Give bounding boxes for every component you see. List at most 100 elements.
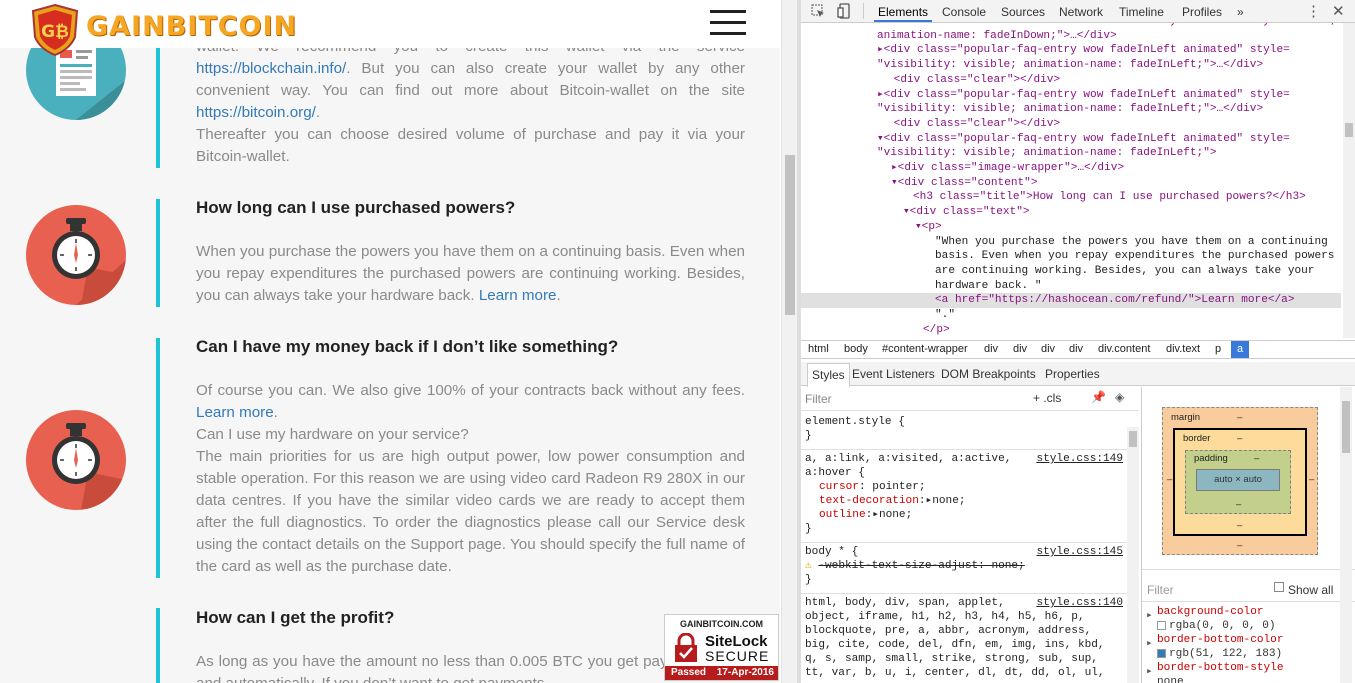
- dom-node-line[interactable]: </p>: [801, 323, 1341, 338]
- element-style-rule[interactable]: element.style { }: [805, 415, 1123, 443]
- rule-source-link[interactable]: style.css:149: [1036, 452, 1123, 466]
- dom-node-line[interactable]: hardware back. ": [801, 279, 1341, 294]
- box-model-margin[interactable]: margin – – – – border – – padding – – au…: [1162, 407, 1318, 555]
- dom-node-line[interactable]: ▸<div class="row wow fadeInDown animated…: [801, 23, 1341, 29]
- tab-network[interactable]: Network: [1059, 5, 1103, 19]
- show-all-checkbox[interactable]: [1274, 582, 1284, 592]
- elements-scrollbar-thumb[interactable]: [1345, 123, 1353, 137]
- expand-icon[interactable]: ▸: [1146, 609, 1153, 623]
- toggle-color-format-icon[interactable]: ◈: [1115, 390, 1124, 404]
- dom-node-line[interactable]: ▾<div class="content">: [801, 176, 1341, 191]
- crumb-div-text[interactable]: div.text: [1166, 343, 1200, 355]
- css-declaration[interactable]: cursor: pointer;: [805, 480, 1123, 494]
- dom-node-line[interactable]: ▾<div class="text">: [801, 205, 1341, 220]
- tab-dom-breakpoints[interactable]: DOM Breakpoints: [941, 367, 1036, 381]
- css-declaration[interactable]: ⚠ -webkit-text-size-adjust: none;: [805, 559, 1123, 573]
- dom-node-line[interactable]: animation-name: fadeInDown;">…</div>: [801, 29, 1341, 44]
- computed-scrollbar[interactable]: [1340, 387, 1352, 683]
- crumb-a[interactable]: a: [1231, 341, 1250, 358]
- computed-property[interactable]: ▸ border-bottom-style none: [1142, 661, 1355, 683]
- dom-node-line[interactable]: "visibility: visible; animation-name: fa…: [801, 146, 1341, 161]
- sitelock-badge[interactable]: GAINBITCOIN.COM SiteLock SECURE Passed 1…: [664, 614, 779, 681]
- tab-elements[interactable]: Elements: [878, 5, 928, 19]
- add-rule-button[interactable]: + .cls: [1033, 391, 1061, 405]
- css-declaration[interactable]: text-decoration:▸none;: [805, 494, 1123, 508]
- dom-node-line[interactable]: basis. Even when you repay expenditures …: [801, 249, 1341, 264]
- elements-scrollbar[interactable]: [1343, 23, 1355, 338]
- close-icon[interactable]: ✕: [1332, 2, 1345, 20]
- styles-filter-input[interactable]: Filter: [805, 392, 832, 406]
- styles-scrollbar[interactable]: [1127, 427, 1139, 683]
- dom-node-line[interactable]: ▾<div class="popular-faq-entry wow fadeI…: [801, 132, 1341, 147]
- computed-prop-name: border-bottom-style: [1157, 662, 1284, 674]
- computed-property[interactable]: ▸ border-bottom-color rgb(51, 122, 183): [1142, 633, 1355, 661]
- learn-more-link[interactable]: Learn more: [479, 287, 557, 304]
- show-all-label: Show all: [1288, 583, 1334, 597]
- rule-source-link[interactable]: style.css:145: [1036, 545, 1123, 559]
- dom-node-line[interactable]: ▸<div class="popular-faq-entry wow fadeI…: [801, 43, 1341, 58]
- inspect-icon[interactable]: [811, 4, 825, 18]
- css-rule-reset[interactable]: style.css:140 html, body, div, span, app…: [805, 596, 1123, 680]
- bitcoin-org-link[interactable]: https://bitcoin.org/: [196, 104, 316, 121]
- crumb-body[interactable]: body: [844, 343, 868, 355]
- more-options-icon[interactable]: ⋮: [1306, 2, 1321, 20]
- elements-tree[interactable]: ▸<div class="row wow fadeInDown animated…: [801, 23, 1341, 338]
- dom-node-line[interactable]: "visibility: visible; animation-name: fa…: [801, 58, 1341, 73]
- crumb-div[interactable]: div: [1013, 343, 1027, 355]
- tab-timeline[interactable]: Timeline: [1119, 5, 1164, 19]
- css-rule-links[interactable]: style.css:149 a, a:link, a:visited, a:ac…: [805, 452, 1123, 536]
- tab-sources[interactable]: Sources: [1001, 5, 1045, 19]
- dom-node-line[interactable]: <div class="clear"></div>: [801, 73, 1341, 88]
- tab-properties[interactable]: Properties: [1045, 367, 1100, 381]
- dom-node-selected[interactable]: <a href="https://hashocean.com/refund/">…: [801, 293, 1341, 308]
- styles-scrollbar-thumb[interactable]: [1129, 431, 1137, 447]
- crumb-div-content[interactable]: div.content: [1098, 343, 1150, 355]
- crumb-div[interactable]: div: [1069, 343, 1083, 355]
- page-scrollbar[interactable]: [781, 0, 797, 683]
- crumb-p[interactable]: p: [1215, 343, 1221, 355]
- dom-node-line[interactable]: are continuing working. Besides, you can…: [801, 264, 1341, 279]
- tab-styles[interactable]: Styles: [807, 363, 850, 387]
- pin-icon[interactable]: 📌: [1091, 390, 1106, 404]
- rule-source-link[interactable]: style.css:140: [1036, 596, 1123, 610]
- css-rule-body-star[interactable]: style.css:145 body * { ⚠ -webkit-text-si…: [805, 545, 1123, 587]
- more-tabs-icon[interactable]: »: [1237, 5, 1244, 19]
- crumb-div[interactable]: div: [984, 343, 998, 355]
- computed-filter-input[interactable]: Filter: [1147, 583, 1174, 597]
- box-model-value: –: [1237, 433, 1243, 444]
- logo-text[interactable]: GAINBITCOIN: [86, 11, 297, 42]
- computed-scrollbar-thumb[interactable]: [1342, 401, 1350, 453]
- dom-node-line[interactable]: "visibility: visible; animation-name: fa…: [801, 102, 1341, 117]
- site-header: G₿ GAINBITCOIN: [0, 0, 780, 57]
- device-mode-icon[interactable]: [837, 3, 851, 19]
- dom-node-line[interactable]: "When you purchase the powers you have t…: [801, 235, 1341, 250]
- logo-shield-icon[interactable]: G₿: [30, 3, 80, 57]
- menu-icon[interactable]: [710, 10, 746, 35]
- dom-node-line[interactable]: ▸<div class="popular-faq-entry wow fadeI…: [801, 88, 1341, 103]
- dom-node-line[interactable]: ".": [801, 308, 1341, 323]
- box-model-content[interactable]: auto × auto: [1196, 469, 1280, 491]
- rule-selector-line: big, cite, code, del, dfn, em, img, ins,…: [805, 639, 1105, 651]
- tab-event-listeners[interactable]: Event Listeners: [852, 367, 935, 381]
- tab-profiles[interactable]: Profiles: [1182, 5, 1222, 19]
- dom-node-line[interactable]: ▾<p>: [801, 220, 1341, 235]
- color-swatch[interactable]: [1157, 648, 1166, 658]
- dom-node-line[interactable]: ▸<div class="image-wrapper">…</div>: [801, 161, 1341, 176]
- computed-property[interactable]: ▸ background-color rgba(0, 0, 0, 0): [1142, 605, 1355, 633]
- css-declaration[interactable]: outline:▸none;: [805, 508, 1123, 522]
- tab-console[interactable]: Console: [942, 5, 986, 19]
- dom-node-line[interactable]: <h3 class="title">How long can I use pur…: [801, 190, 1341, 205]
- expand-icon[interactable]: ▸: [1146, 665, 1153, 679]
- color-swatch[interactable]: [1157, 620, 1166, 630]
- crumb-div[interactable]: div: [1041, 343, 1055, 355]
- entry-accent-bar: [156, 338, 160, 578]
- blockchain-link[interactable]: https://blockchain.info/: [196, 60, 346, 77]
- crumb-content-wrapper[interactable]: #content-wrapper: [882, 343, 968, 355]
- box-model-border[interactable]: border – – padding – – auto × auto: [1173, 428, 1307, 536]
- page-scrollbar-thumb[interactable]: [785, 155, 795, 315]
- crumb-html[interactable]: html: [808, 343, 829, 355]
- dom-node-line[interactable]: <div class="clear"></div>: [801, 117, 1341, 132]
- box-model-padding[interactable]: padding – – auto × auto: [1185, 450, 1291, 514]
- learn-more-link[interactable]: Learn more: [196, 404, 274, 421]
- expand-icon[interactable]: ▸: [1146, 637, 1153, 651]
